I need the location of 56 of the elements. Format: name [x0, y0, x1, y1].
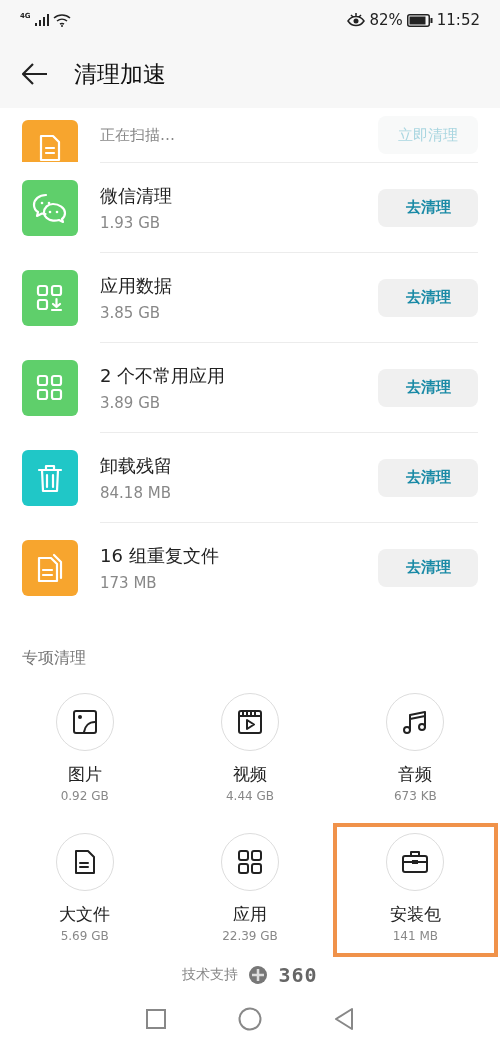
brand-logo-text: 360 [278, 963, 318, 987]
item-size: 1.93 GB [100, 213, 162, 232]
item-size: 正在扫描… [100, 125, 176, 145]
clean-button[interactable]: 去清理 [378, 368, 478, 407]
video-icon [237, 709, 263, 735]
clean-button[interactable]: 去清理 [378, 188, 478, 227]
back-icon[interactable] [334, 1008, 354, 1030]
clean-button[interactable]: 去清理 [378, 548, 478, 587]
category-size: 5.69 GB [60, 929, 109, 943]
category-size: 673 KB [393, 789, 437, 803]
eye-icon [347, 13, 366, 27]
battery-percent: 82% [369, 11, 403, 29]
item-size: 3.89 GB [100, 393, 162, 412]
app-grid-icon [237, 849, 263, 875]
category-size: 4.44 GB [225, 789, 275, 803]
music-note-icon [402, 709, 429, 735]
category-label: 音频 [398, 763, 433, 786]
item-size: 84.18 MB [100, 483, 172, 502]
category-label: 应用 [233, 903, 267, 926]
clean-button[interactable]: 去清理 [378, 278, 478, 317]
home-icon[interactable] [238, 1007, 262, 1031]
item-title: 微信清理 [100, 183, 173, 208]
recent-apps-icon[interactable] [146, 1009, 166, 1029]
item-title: 卸载残留 [100, 453, 173, 478]
briefcase-icon [401, 850, 430, 874]
item-size: 3.85 GB [100, 303, 162, 322]
grid-download-icon [36, 283, 64, 312]
app-grid-icon [36, 373, 64, 402]
category-label: 视频 [233, 763, 267, 786]
signal-icon [34, 14, 49, 26]
item-title: 应用数据 [100, 273, 173, 298]
trash-icon [37, 462, 63, 493]
category-label: 图片 [67, 763, 102, 786]
documents-icon [36, 552, 64, 583]
category-size: 22.39 GB [222, 929, 278, 943]
item-title: 2 个不常用应用 [100, 363, 227, 388]
logo-icon [248, 965, 269, 985]
document-icon [73, 849, 96, 875]
footer-text: 技术支持 [182, 966, 239, 984]
clock: 11:52 [436, 11, 480, 29]
category-size: 0.92 GB [60, 789, 109, 803]
battery-icon [406, 13, 433, 27]
page-title: 清理加速 [74, 59, 166, 89]
category-button[interactable] [386, 693, 445, 751]
back-arrow-icon[interactable] [22, 63, 48, 85]
image-icon [71, 709, 98, 735]
item-title: 16 组重复文件 [100, 543, 220, 568]
chat-bubbles-icon [32, 191, 68, 224]
document-icon [38, 134, 62, 162]
clean-button[interactable]: 去清理 [378, 458, 478, 497]
category-label: 大文件 [59, 903, 111, 926]
category-size: 141 MB [392, 929, 438, 943]
category-label: 安装包 [389, 903, 441, 926]
section-title: 专项清理 [21, 647, 87, 669]
item-size: 173 MB [100, 573, 158, 592]
wifi-icon [52, 13, 71, 27]
